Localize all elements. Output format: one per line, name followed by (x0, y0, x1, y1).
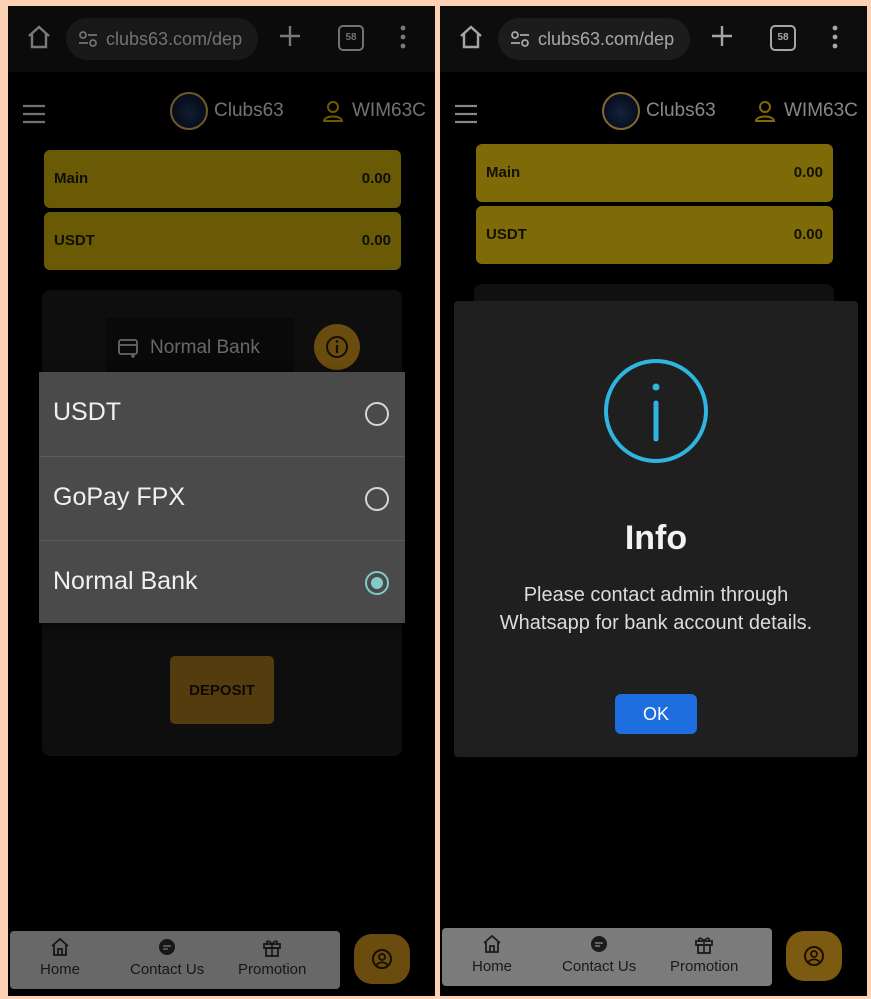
payment-method-dropdown: USDT GoPay FPX Normal Bank (39, 372, 405, 623)
option-label: Normal Bank (53, 567, 198, 595)
left-phone-screen: clubs63.com/dep 58 Clubs63 WIM63C Main 0… (8, 6, 435, 996)
option-gopay-fpx[interactable]: GoPay FPX (39, 456, 405, 540)
radio-selected[interactable] (365, 571, 389, 595)
dialog-message: Please contact admin through Whatsapp fo… (499, 584, 813, 634)
dialog-title: Info (624, 519, 688, 557)
ok-button[interactable]: OK (615, 694, 697, 734)
info-dialog: Info Please contact admin through Whatsa… (454, 301, 858, 757)
radio-unselected[interactable] (365, 402, 389, 426)
option-label: GoPay FPX (53, 483, 185, 511)
info-icon (604, 359, 708, 463)
option-label: USDT (53, 398, 122, 426)
right-phone-screen: clubs63.com/dep 58 Clubs63 WIM63C Main 0… (440, 6, 867, 996)
option-normal-bank[interactable]: Normal Bank (39, 540, 405, 624)
radio-unselected[interactable] (365, 487, 389, 511)
option-usdt[interactable]: USDT (39, 372, 405, 455)
